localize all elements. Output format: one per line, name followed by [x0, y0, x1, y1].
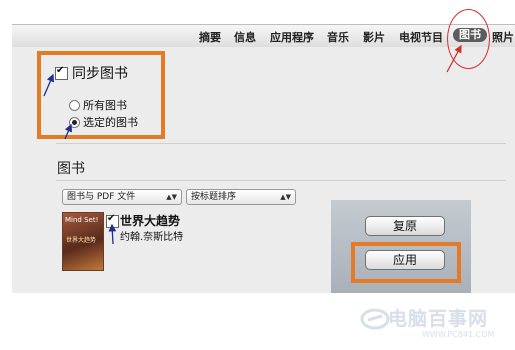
- watermark-text: 电脑百事网: [388, 308, 489, 330]
- arrow-to-sync-checkbox: [43, 73, 55, 97]
- arrow-to-selected-radio: [64, 123, 73, 140]
- annotation-arrows: [43, 44, 462, 245]
- watermark-url: WWW.PC841.COM: [422, 330, 495, 339]
- watermark: 电脑百事网 WWW.PC841.COM: [360, 300, 510, 345]
- arrow-to-books-tab: [446, 44, 462, 73]
- arrow-to-book-checkbox: [108, 223, 117, 245]
- watermark-logo-icon: [360, 308, 390, 330]
- itunes-device-window: 摘要 信息 应用程序 音乐 影片 电视节目 图书 照片 同步图书 所有图书 选定…: [0, 0, 515, 350]
